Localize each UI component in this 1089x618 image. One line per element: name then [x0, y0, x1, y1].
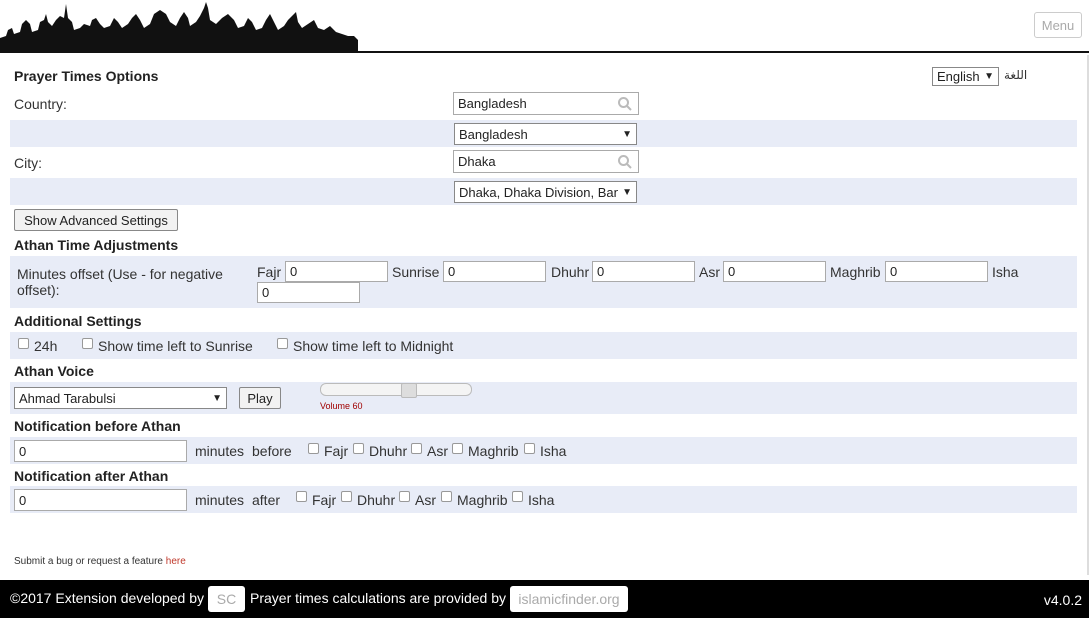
city-select-value: Dhaka, Dhaka Division, Bangladesh — [459, 184, 618, 200]
athan-voice-title: Athan Voice — [14, 363, 94, 379]
city-search-value: Dhaka — [458, 154, 496, 169]
sunrise-offset-label: Sunrise — [392, 264, 440, 280]
notify-before-asr-label: Asr — [427, 443, 448, 459]
country-search-value: Bangladesh — [458, 96, 527, 111]
notify-after-asr-label: Asr — [415, 492, 436, 508]
city-select[interactable]: Dhaka, Dhaka Division, Bangladesh ▼ — [454, 181, 637, 203]
24h-checkbox[interactable] — [18, 338, 29, 349]
sunrise-offset-input[interactable]: 0 — [443, 261, 546, 282]
notify-after-dhuhr-checkbox[interactable] — [341, 491, 352, 502]
notify-before-minutes-label: minutes — [195, 443, 245, 459]
notify-before-dhuhr-checkbox[interactable] — [353, 443, 364, 454]
volume-label: Volume 60 — [320, 401, 363, 411]
language-label: اللغة — [1004, 68, 1028, 82]
notify-after-when-label: after — [252, 492, 281, 508]
search-icon — [618, 155, 632, 169]
dhuhr-offset-input[interactable]: 0 — [592, 261, 695, 282]
search-icon — [618, 97, 632, 111]
athan-voice-value: Ahmad Tarabulsi — [19, 390, 116, 406]
notify-before-fajr-checkbox[interactable] — [308, 443, 319, 454]
notify-after-maghrib-label: Maghrib — [457, 492, 508, 508]
notify-after-minutes-input[interactable]: 0 — [14, 489, 187, 511]
notify-before-dhuhr-label: Dhuhr — [369, 443, 408, 459]
midnight-countdown-checkbox[interactable] — [277, 338, 288, 349]
language-value: English — [937, 69, 980, 84]
notify-after-title: Notification after Athan — [14, 468, 169, 484]
notify-before-minutes-input[interactable]: 0 — [14, 440, 187, 462]
chevron-down-icon: ▼ — [212, 392, 222, 404]
developer-badge[interactable]: SC — [208, 586, 245, 612]
chevron-down-icon: ▼ — [984, 71, 994, 82]
notify-after-asr-checkbox[interactable] — [399, 491, 410, 502]
fajr-offset-value: 0 — [290, 264, 298, 279]
notify-before-asr-checkbox[interactable] — [411, 443, 422, 454]
version-label: v4.0.2 — [1043, 592, 1082, 608]
asr-offset-input[interactable]: 0 — [723, 261, 826, 282]
country-select[interactable]: Bangladesh ▼ — [454, 123, 637, 145]
city-search-input[interactable]: Dhaka — [453, 150, 639, 173]
show-advanced-settings-button[interactable]: Show Advanced Settings — [14, 209, 178, 231]
mosque-skyline-logo — [0, 2, 358, 52]
notify-before-maghrib-checkbox[interactable] — [452, 443, 463, 454]
chevron-down-icon: ▼ — [622, 128, 632, 140]
country-search-input[interactable]: Bangladesh — [453, 92, 639, 115]
fajr-offset-label: Fajr — [257, 264, 282, 280]
notify-after-fajr-label: Fajr — [312, 492, 337, 508]
country-label: Country: — [14, 96, 67, 112]
notify-after-maghrib-checkbox[interactable] — [441, 491, 452, 502]
notify-after-dhuhr-label: Dhuhr — [357, 492, 396, 508]
bug-report-link[interactable]: here — [166, 556, 186, 567]
notify-before-isha-checkbox[interactable] — [524, 443, 535, 454]
maghrib-offset-input[interactable]: 0 — [885, 261, 988, 282]
maghrib-offset-label: Maghrib — [830, 264, 881, 280]
bug-report-text: Submit a bug or request a feature — [14, 556, 163, 567]
isha-offset-value: 0 — [262, 285, 270, 300]
isha-offset-label: Isha — [992, 264, 1019, 280]
dhuhr-offset-label: Dhuhr — [551, 264, 590, 280]
notify-after-isha-checkbox[interactable] — [512, 491, 523, 502]
notify-before-minutes-value: 0 — [19, 443, 27, 459]
athan-voice-select[interactable]: Ahmad Tarabulsi ▼ — [14, 387, 227, 409]
isha-offset-input[interactable]: 0 — [257, 282, 360, 303]
sunrise-offset-value: 0 — [448, 264, 456, 279]
language-select[interactable]: English ▼ — [932, 67, 999, 86]
adjustments-title: Athan Time Adjustments — [14, 237, 179, 253]
notify-before-isha-label: Isha — [540, 443, 567, 459]
notify-after-fajr-checkbox[interactable] — [296, 491, 307, 502]
notify-after-minutes-value: 0 — [19, 492, 27, 508]
sunrise-countdown-checkbox[interactable] — [82, 338, 93, 349]
play-button[interactable]: Play — [239, 387, 281, 409]
notify-before-when-label: before — [252, 443, 292, 459]
notify-before-maghrib-label: Maghrib — [468, 443, 519, 459]
fajr-offset-input[interactable]: 0 — [285, 261, 388, 282]
notify-after-minutes-label: minutes — [195, 492, 245, 508]
additional-settings-title: Additional Settings — [14, 313, 142, 329]
asr-offset-value: 0 — [728, 264, 736, 279]
notify-after-isha-label: Isha — [528, 492, 555, 508]
footer-copyright: ©2017 Extension developed by — [10, 590, 205, 606]
options-title: Prayer Times Options — [14, 68, 159, 84]
footer-bar: ©2017 Extension developed by SC Prayer t… — [0, 580, 1089, 618]
24h-label: 24h — [34, 338, 58, 354]
dhuhr-offset-value: 0 — [597, 264, 605, 279]
volume-slider-thumb[interactable] — [401, 383, 417, 398]
islamicfinder-link[interactable]: islamicfinder.org — [510, 586, 628, 612]
footer-provider-text: Prayer times calculations are provided b… — [250, 590, 507, 606]
notify-before-title: Notification before Athan — [14, 418, 181, 434]
bug-report-note: Submit a bug or request a feature here — [14, 556, 186, 567]
city-label: City: — [14, 155, 42, 171]
chevron-down-icon: ▼ — [622, 186, 632, 198]
menu-button[interactable]: Menu — [1034, 12, 1082, 38]
asr-offset-label: Asr — [699, 264, 720, 280]
volume-slider[interactable] — [320, 383, 472, 398]
midnight-countdown-label: Show time left to Midnight — [293, 338, 454, 354]
sunrise-countdown-label: Show time left to Sunrise — [98, 338, 253, 354]
maghrib-offset-value: 0 — [890, 264, 898, 279]
offset-label: Minutes offset (Use - for negative offse… — [17, 266, 223, 298]
notify-before-fajr-label: Fajr — [324, 443, 349, 459]
header-bar: Menu — [0, 0, 1089, 53]
country-select-value: Bangladesh — [459, 126, 528, 142]
